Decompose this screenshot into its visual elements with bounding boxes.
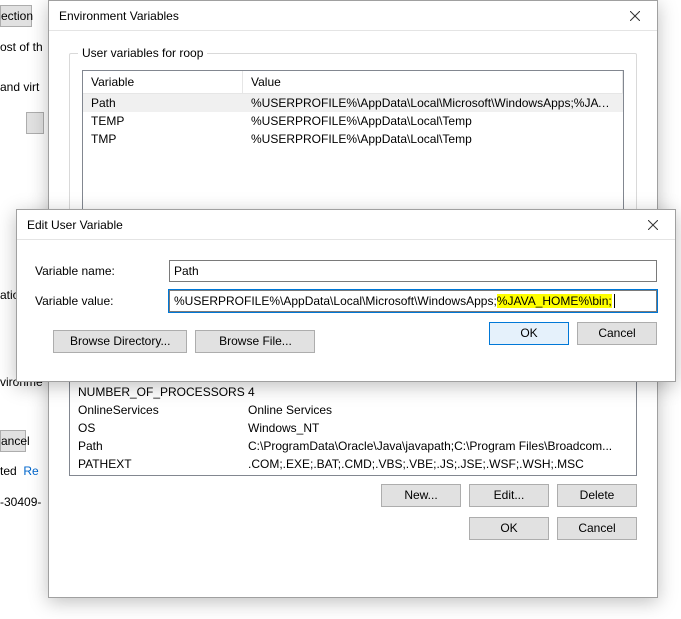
bg-text: ted Re [0, 464, 39, 478]
cell-value: %USERPROFILE%\AppData\Local\Microsoft\Wi… [251, 96, 615, 110]
variable-name-row: Variable name: [35, 260, 657, 282]
system-variables-area: JAVA_HOME C:\Program Files\Java\jdk1.8.0… [69, 363, 637, 507]
col-variable[interactable]: Variable [83, 71, 243, 93]
delete-button[interactable]: Delete [557, 484, 637, 507]
cell-value: .COM;.EXE;.BAT;.CMD;.VBS;.VBE;.JS;.JSE;.… [248, 457, 628, 471]
cell-variable: TMP [91, 132, 251, 146]
close-icon [648, 220, 658, 230]
dialog-title: Edit User Variable [27, 218, 123, 232]
bg-btn: ection [0, 5, 32, 27]
dialog-title: Environment Variables [59, 9, 179, 23]
table-row[interactable]: Path %USERPROFILE%\AppData\Local\Microso… [83, 94, 623, 112]
table-row[interactable]: TMP %USERPROFILE%\AppData\Local\Temp [83, 130, 623, 148]
system-vars-buttons: New... Edit... Delete [69, 484, 637, 507]
cell-variable: Path [91, 96, 251, 110]
table-row[interactable]: TEMP %USERPROFILE%\AppData\Local\Temp [83, 112, 623, 130]
col-value[interactable]: Value [243, 71, 623, 93]
variable-value-row: Variable value: %USERPROFILE%\AppData\Lo… [35, 290, 657, 312]
table-row[interactable]: PATHEXT .COM;.EXE;.BAT;.CMD;.VBS;.VBE;.J… [70, 455, 636, 473]
close-button[interactable] [612, 1, 657, 30]
table-row[interactable]: Path C:\ProgramData\Oracle\Java\javapath… [70, 437, 636, 455]
ok-button[interactable]: OK [489, 322, 569, 345]
bg-text: -30409- [0, 495, 41, 509]
user-variables-group: User variables for roop Variable Value P… [69, 53, 637, 223]
table-row[interactable]: NUMBER_OF_PROCESSORS 4 [70, 383, 636, 401]
new-button[interactable]: New... [381, 484, 461, 507]
edit-dialog-buttons: Browse Directory... Browse File... OK Ca… [35, 322, 657, 367]
titlebar: Environment Variables [49, 1, 657, 31]
browse-directory-button[interactable]: Browse Directory... [53, 330, 187, 353]
cell-value: %USERPROFILE%\AppData\Local\Temp [251, 114, 615, 128]
cell-variable: Path [78, 439, 248, 453]
close-button[interactable] [630, 210, 675, 239]
cell-value: 4 [248, 385, 628, 399]
bg-btn [26, 112, 44, 134]
variable-value-label: Variable value: [35, 294, 155, 308]
close-icon [630, 11, 640, 21]
dialog-buttons: OK Cancel [49, 507, 657, 554]
text-caret [611, 294, 615, 308]
value-highlighted-part: %JAVA_HOME%\bin; [497, 294, 612, 308]
user-variables-list[interactable]: Variable Value Path %USERPROFILE%\AppDat… [82, 70, 624, 210]
ok-button[interactable]: OK [469, 517, 549, 540]
variable-name-label: Variable name: [35, 264, 155, 278]
group-label: User variables for roop [78, 46, 207, 60]
cell-variable: TEMP [91, 114, 251, 128]
cell-variable: OnlineServices [78, 403, 248, 417]
edit-user-variable-dialog: Edit User Variable Variable name: Variab… [16, 209, 676, 382]
browse-file-button[interactable]: Browse File... [195, 330, 315, 353]
bg-text: and virt [0, 80, 39, 94]
cell-value: Online Services [248, 403, 628, 417]
cell-variable: PATHEXT [78, 457, 248, 471]
table-row[interactable]: OS Windows_NT [70, 419, 636, 437]
cell-value: Windows_NT [248, 421, 628, 435]
table-row[interactable]: OnlineServices Online Services [70, 401, 636, 419]
variable-value-input[interactable]: %USERPROFILE%\AppData\Local\Microsoft\Wi… [169, 290, 657, 312]
cancel-button[interactable]: Cancel [557, 517, 637, 540]
cell-variable: NUMBER_OF_PROCESSORS [78, 385, 248, 399]
cell-value: %USERPROFILE%\AppData\Local\Temp [251, 132, 615, 146]
cell-value: C:\ProgramData\Oracle\Java\javapath;C:\P… [248, 439, 628, 453]
titlebar: Edit User Variable [17, 210, 675, 240]
value-plain-part: %USERPROFILE%\AppData\Local\Microsoft\Wi… [174, 294, 497, 308]
variable-name-input[interactable] [169, 260, 657, 282]
cancel-button[interactable]: Cancel [577, 322, 657, 345]
edit-button[interactable]: Edit... [469, 484, 549, 507]
bg-text: ost of th [0, 40, 43, 54]
list-header: Variable Value [83, 71, 623, 94]
cell-variable: OS [78, 421, 248, 435]
bg-btn: ancel [0, 430, 26, 452]
